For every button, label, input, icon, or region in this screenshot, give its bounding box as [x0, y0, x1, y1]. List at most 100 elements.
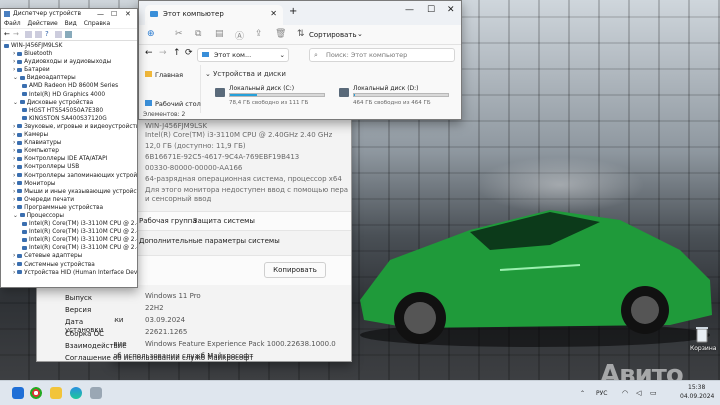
device-tree-item[interactable]: › Контроллеры запоминающих устройств — [1, 172, 137, 180]
expand-chevron-icon[interactable]: ⌄ — [13, 100, 20, 106]
scan-hardware-icon[interactable] — [55, 31, 62, 38]
device-tree-item[interactable]: › Компьютер — [1, 147, 137, 155]
device-tree-item[interactable]: Intel(R) Core(TM) i3-3110M CPU @ 2.40GHz — [1, 236, 137, 244]
sort-icon[interactable]: ⇅ — [297, 29, 305, 39]
drive-c-name: Локальный диск (C:) — [229, 85, 295, 92]
device-tree-item[interactable]: › Сетевые адаптеры — [1, 252, 137, 260]
device-tree-item[interactable]: › Программные устройства — [1, 204, 137, 212]
up-icon[interactable]: ↑ — [173, 48, 181, 58]
forward-icon[interactable]: → — [13, 30, 19, 38]
device-tree[interactable]: WIN-J456FJM9LSK › Bluetooth › Аудиовходы и… — [1, 41, 137, 277]
link-system-protection[interactable]: Защита системы — [193, 217, 255, 225]
link-services-agreement-l[interactable]: Соглашение об использовании служб Майкро… — [65, 354, 253, 362]
back-icon[interactable]: ← — [4, 30, 10, 38]
device-tree-item[interactable]: › Устройства HID (Human Interface Device… — [1, 269, 137, 277]
device-tree-item[interactable]: › Мониторы — [1, 180, 137, 188]
link-workgroup[interactable]: Рабочая группа — [139, 217, 197, 225]
battery-icon[interactable]: ▭ — [650, 389, 657, 397]
clock-time[interactable]: 15:38 — [688, 384, 705, 391]
minimize-icon[interactable]: — — [405, 5, 414, 15]
device-tree-item[interactable]: › Батареи — [1, 66, 137, 74]
volume-icon[interactable]: ◁ — [636, 389, 641, 397]
expand-chevron-icon[interactable]: ⌄ — [13, 75, 20, 81]
device-tree-item[interactable]: › Звуковые, игровые и видеоустройства — [1, 123, 137, 131]
back-icon[interactable]: ← — [145, 48, 153, 58]
tray-chevron-icon[interactable]: ⌃ — [580, 390, 585, 397]
refresh-icon[interactable]: ⟳ — [185, 48, 193, 58]
cut-icon[interactable]: ✂ — [175, 29, 183, 39]
close-window-icon[interactable]: ✕ — [447, 5, 455, 15]
product-id-value: 00330-80000-00000-AA166 — [145, 164, 243, 172]
start-icon[interactable] — [12, 387, 24, 399]
device-tree-item[interactable]: › Клавиатуры — [1, 139, 137, 147]
tab-this-pc[interactable]: Этот компьютер ✕ — [145, 5, 283, 25]
close-window-icon[interactable]: ✕ — [125, 9, 131, 19]
menu-view[interactable]: Вид — [65, 20, 77, 27]
new-item-icon[interactable]: ⊕ — [147, 29, 155, 39]
device-icon — [22, 83, 27, 88]
language-indicator[interactable]: РУС — [596, 390, 607, 397]
file-explorer-icon[interactable] — [50, 387, 62, 399]
device-tree-item[interactable]: › Аудиовходы и аудиовыходы — [1, 58, 137, 66]
edge-icon[interactable] — [70, 387, 82, 399]
nav-desktop[interactable]: Рабочий стол — [145, 100, 201, 108]
expand-chevron-icon[interactable]: ⌄ — [13, 213, 20, 219]
devices-section-header[interactable]: ⌄ Устройства и диски — [205, 70, 286, 78]
update-driver-icon[interactable] — [35, 31, 42, 38]
device-tree-item[interactable]: › Очереди печати — [1, 196, 137, 204]
link-advanced-settings[interactable]: Дополнительные параметры системы — [139, 237, 280, 245]
device-tree-item[interactable]: › Контроллеры USB — [1, 163, 137, 171]
device-tree-item[interactable]: ⌄ Дисковые устройства — [1, 99, 137, 107]
menu-help[interactable]: Справка — [84, 20, 110, 27]
close-tab-icon[interactable]: ✕ — [270, 5, 277, 23]
recycle-bin-shortcut[interactable]: Корзина — [690, 325, 716, 352]
clock-date[interactable]: 04.09.2024 — [680, 393, 714, 400]
device-tree-item[interactable]: KINGSTON SA400S37120G — [1, 115, 137, 123]
device-tree-item[interactable]: Intel(R) Core(TM) i3-3110M CPU @ 2.40GHz — [1, 228, 137, 236]
device-tree-item[interactable]: WIN-J456FJM9LSK — [1, 42, 137, 50]
properties-icon[interactable] — [25, 31, 32, 38]
drive-d-usage-fill — [354, 94, 355, 96]
device-manager-taskbar-icon[interactable] — [90, 387, 102, 399]
help-icon[interactable]: ? — [45, 30, 49, 38]
device-tree-item[interactable]: › Мыши и иные указывающие устройства — [1, 188, 137, 196]
device-tree-item[interactable]: Intel(R) Core(TM) i3-3110M CPU @ 2.40GHz — [1, 244, 137, 252]
device-tree-item[interactable]: › Контроллеры IDE ATA/ATAPI — [1, 155, 137, 163]
device-tree-item[interactable]: ⌄ Видеоадаптеры — [1, 74, 137, 82]
device-tree-item[interactable]: AMD Radeon HD 8600M Series — [1, 82, 137, 90]
forward-icon[interactable]: → — [159, 48, 167, 58]
processor-value: Intel(R) Core(TM) i3-3110M CPU @ 2.40GHz… — [145, 131, 333, 139]
device-tree-item[interactable]: ⌄ Процессоры — [1, 212, 137, 220]
maximize-icon[interactable]: ☐ — [111, 9, 117, 19]
delete-icon[interactable]: 🗑 — [275, 29, 286, 39]
chrome-icon[interactable] — [30, 387, 42, 399]
monitor-icon[interactable] — [65, 31, 72, 38]
search-input[interactable]: ⌕ Поиск: Этот компьютер — [309, 48, 455, 62]
device-icon — [17, 51, 23, 56]
drive-d[interactable]: Локальный диск (D:) 464 ГБ свободно из 4… — [339, 85, 454, 111]
address-chevron-icon[interactable]: ⌄ — [280, 49, 285, 61]
copy-icon[interactable]: ⧉ — [195, 29, 201, 39]
device-tree-label: Видеоадаптеры — [26, 75, 76, 82]
new-tab-icon[interactable]: + — [289, 6, 297, 17]
device-tree-item[interactable]: HGST HTS545050A7E380 — [1, 107, 137, 115]
device-tree-item[interactable]: › Камеры — [1, 131, 137, 139]
copy-button[interactable]: Копировать — [264, 262, 326, 278]
device-tree-item[interactable]: Intel(R) Core(TM) i3-3110M CPU @ 2.40GHz — [1, 220, 137, 228]
share-icon[interactable]: ⇪ — [255, 29, 263, 39]
sort-button[interactable]: Сортировать — [309, 31, 357, 39]
paste-icon[interactable]: ▤ — [215, 29, 224, 39]
pen-touch-value: Для этого монитора недоступен ввод с пом… — [145, 186, 349, 194]
nav-home[interactable]: Главная — [145, 71, 183, 79]
menu-action[interactable]: Действие — [28, 20, 58, 27]
wifi-icon[interactable]: ◠ — [622, 389, 628, 397]
address-bar[interactable]: Этот ком... ⌄ — [197, 48, 289, 62]
device-tree-item[interactable]: › Bluetooth — [1, 50, 137, 58]
device-tree-item[interactable]: › Системные устройства — [1, 261, 137, 269]
menu-file[interactable]: Файл — [4, 20, 21, 27]
maximize-icon[interactable]: ☐ — [427, 5, 435, 15]
minimize-icon[interactable]: — — [97, 9, 104, 19]
device-tree-item[interactable]: Intel(R) HD Graphics 4000 — [1, 91, 137, 99]
rename-icon[interactable]: Ⓐ — [235, 29, 244, 42]
drive-c[interactable]: Локальный диск (C:) 78,4 ГБ свободно из … — [215, 85, 325, 111]
